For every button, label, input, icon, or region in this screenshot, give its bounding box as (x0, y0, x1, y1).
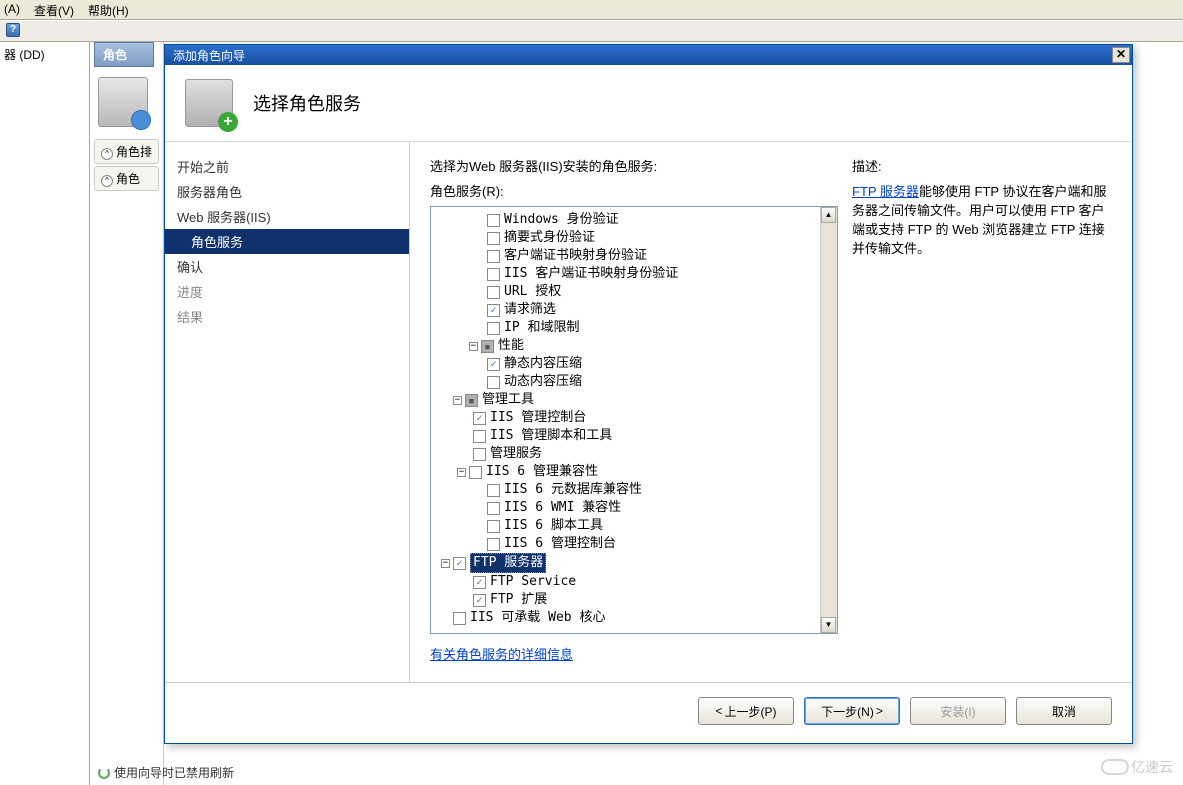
description-label: 描述: (852, 156, 1112, 175)
chevron-up-icon: ^ (101, 148, 113, 160)
nav-before[interactable]: 开始之前 (165, 154, 409, 179)
scroll-up-button[interactable]: ▲ (821, 207, 836, 223)
dialog-title: 添加角色向导 (173, 47, 245, 64)
status-text: 使用向导时已禁用刷新 (114, 764, 234, 781)
checkbox-iis6-script[interactable] (487, 520, 500, 533)
checkbox-mgmt-tools[interactable] (465, 394, 478, 407)
help-icon[interactable]: ? (6, 23, 20, 37)
collapse-icon[interactable]: − (469, 342, 478, 351)
server-icon (98, 77, 148, 127)
next-button[interactable]: 下一步(N)> (804, 697, 900, 725)
checkbox-iis-client-cert[interactable] (487, 268, 500, 281)
nav-confirm[interactable]: 确认 (165, 254, 409, 279)
nav-server-roles[interactable]: 服务器角色 (165, 179, 409, 204)
install-button: 安装(I) (910, 697, 1006, 725)
more-info-link[interactable]: 有关角色服务的详细信息 (430, 644, 573, 663)
roles-tab[interactable]: 角色 (94, 42, 154, 67)
collapse-icon[interactable]: − (457, 468, 466, 477)
ftp-server-link[interactable]: FTP 服务器 (852, 184, 919, 199)
previous-button[interactable]: <上一步(P) (698, 697, 794, 725)
accordion-roles[interactable]: ^角色 (94, 166, 159, 191)
dialog-heading: 选择角色服务 (253, 90, 361, 116)
tree-label: 角色服务(R): (430, 181, 838, 200)
checkbox-ip-restrict[interactable] (487, 322, 500, 335)
tree-item-ftp-server[interactable]: FTP 服务器 (470, 553, 546, 573)
nav-web-server[interactable]: Web 服务器(IIS) (165, 204, 409, 229)
toolbar: ? (0, 20, 1183, 42)
menu-view[interactable]: 查看(V) (34, 2, 74, 17)
tree-root[interactable]: 器 (DD) (4, 48, 45, 62)
checkbox-ftp-server[interactable] (453, 557, 466, 570)
checkbox-iis-console[interactable] (473, 412, 486, 425)
chevron-up-icon: ^ (101, 175, 113, 187)
checkbox-iis6-wmi[interactable] (487, 502, 500, 515)
checkbox-static-compress[interactable] (487, 358, 500, 371)
checkbox-url-auth[interactable] (487, 286, 500, 299)
checkbox-digest-auth[interactable] (487, 232, 500, 245)
checkbox-performance[interactable] (481, 340, 494, 353)
dialog-titlebar[interactable]: 添加角色向导 ✕ (165, 45, 1132, 65)
roles-panel: 角色 ^角色排 ^角色 (90, 42, 164, 785)
checkbox-iis-hostable[interactable] (453, 612, 466, 625)
collapse-icon[interactable]: − (441, 559, 450, 568)
checkbox-ftp-service[interactable] (473, 576, 486, 589)
scrollbar[interactable]: ▲ ▼ (820, 207, 837, 633)
checkbox-request-filter[interactable] (487, 304, 500, 317)
dialog-header: 选择角色服务 (165, 65, 1132, 142)
checkbox-iis6-meta[interactable] (487, 484, 500, 497)
wizard-icon (185, 79, 233, 127)
menu-help[interactable]: 帮助(H) (88, 2, 129, 17)
checkbox-iis-scripts[interactable] (473, 430, 486, 443)
role-services-tree: Windows 身份验证 摘要式身份验证 客户端证书映射身份验证 IIS 客户端… (430, 206, 838, 634)
nav-result: 结果 (165, 304, 409, 329)
nav-progress: 进度 (165, 279, 409, 304)
wizard-nav: 开始之前 服务器角色 Web 服务器(IIS) 角色服务 确认 进度 结果 (165, 142, 410, 682)
menubar: (A) 查看(V) 帮助(H) (0, 0, 1183, 20)
cloud-icon (1101, 759, 1129, 775)
dialog-footer: <上一步(P) 下一步(N)> 安装(I) 取消 (165, 682, 1132, 739)
add-role-wizard-dialog: 添加角色向导 ✕ 选择角色服务 开始之前 服务器角色 Web 服务器(IIS) … (164, 44, 1133, 744)
close-button[interactable]: ✕ (1112, 47, 1130, 63)
checkbox-client-cert[interactable] (487, 250, 500, 263)
wizard-content: 选择为Web 服务器(IIS)安装的角色服务: 角色服务(R): Windows… (410, 142, 1132, 682)
menu-a[interactable]: (A) (4, 2, 20, 17)
checkbox-iis6-console[interactable] (487, 538, 500, 551)
nav-role-services[interactable]: 角色服务 (165, 229, 409, 254)
checkbox-ftp-ext[interactable] (473, 594, 486, 607)
cancel-button[interactable]: 取消 (1016, 697, 1112, 725)
status-bar: 使用向导时已禁用刷新 (90, 760, 242, 785)
accordion-roles-summary[interactable]: ^角色排 (94, 139, 159, 164)
checkbox-mgmt-service[interactable] (473, 448, 486, 461)
instruction-text: 选择为Web 服务器(IIS)安装的角色服务: (430, 156, 838, 175)
checkbox-windows-auth[interactable] (487, 214, 500, 227)
collapse-icon[interactable]: − (453, 396, 462, 405)
description-panel: 描述: FTP 服务器能够使用 FTP 协议在客户端和服务器之间传输文件。用户可… (852, 156, 1112, 668)
left-tree-panel: 器 (DD) (0, 42, 90, 785)
watermark: 亿速云 (1101, 757, 1173, 777)
checkbox-iis6-compat[interactable] (469, 466, 482, 479)
checkbox-dynamic-compress[interactable] (487, 376, 500, 389)
refresh-icon (98, 767, 110, 779)
scroll-down-button[interactable]: ▼ (821, 617, 836, 633)
description-text: FTP 服务器能够使用 FTP 协议在客户端和服务器之间传输文件。用户可以使用 … (852, 181, 1112, 257)
